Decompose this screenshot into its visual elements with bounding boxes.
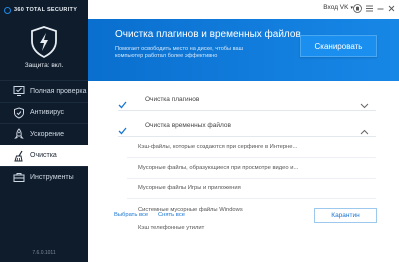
list-item[interactable]: Кэш телефонные утилит bbox=[127, 221, 376, 235]
page-description: Помогает освободить место на диске, чтоб… bbox=[115, 46, 244, 59]
list-item[interactable]: Мусорные файлы Игры и приложения bbox=[127, 178, 376, 199]
toolbox-icon bbox=[13, 171, 25, 183]
plugin-cleanup-section[interactable]: Очистка плагинов bbox=[118, 89, 376, 111]
sidebar-item-label: Ускорение bbox=[30, 130, 64, 138]
list-item[interactable]: Кэш-файлы, которые создаются при серфинг… bbox=[127, 137, 376, 158]
sidebar-item-label: Инструменты bbox=[30, 173, 74, 181]
sidebar-item-cleanup[interactable]: Очистка bbox=[0, 144, 88, 166]
quarantine-button[interactable]: Карантин bbox=[314, 208, 377, 223]
minimize-icon[interactable] bbox=[376, 4, 385, 13]
rocket-icon bbox=[13, 128, 25, 140]
sidebar-nav: Полная проверка Антивирус Ускорение Очис… bbox=[0, 80, 88, 188]
brand-name: 360 TOTAL SECURITY bbox=[14, 7, 78, 13]
sidebar-item-full-scan[interactable]: Полная проверка bbox=[0, 80, 88, 102]
sidebar-item-label: Очистка bbox=[30, 152, 57, 160]
sidebar: 360 TOTAL SECURITY Защита: вкл. Полная п… bbox=[0, 0, 88, 262]
protection-status: Защита: вкл. bbox=[24, 62, 64, 69]
sidebar-item-label: Полная проверка bbox=[30, 87, 87, 95]
chevron-down-icon[interactable] bbox=[360, 96, 369, 114]
select-all-link[interactable]: Выбрать все bbox=[114, 212, 148, 218]
page-title: Очистка плагинов и временных файлов bbox=[115, 29, 301, 40]
section-label: Очистка плагинов bbox=[145, 96, 200, 103]
section-label: Очистка временных файлов bbox=[145, 122, 231, 129]
broom-icon bbox=[13, 150, 25, 162]
sidebar-item-label: Антивирус bbox=[30, 109, 65, 117]
logo-icon bbox=[4, 6, 11, 14]
monitor-check-icon bbox=[13, 85, 25, 97]
protection-shield-icon[interactable] bbox=[30, 26, 58, 59]
sidebar-item-tools[interactable]: Инструменты bbox=[0, 166, 88, 188]
sidebar-item-antivirus[interactable]: Антивирус bbox=[0, 101, 88, 124]
login-label: Вход VK bbox=[323, 4, 349, 11]
temp-files-section[interactable]: Очистка временных файлов bbox=[118, 115, 376, 137]
title-bar: Вход VK ▾ bbox=[88, 0, 399, 19]
menu-icon[interactable] bbox=[365, 4, 374, 13]
login-link[interactable]: Вход VK ▾ bbox=[323, 4, 353, 11]
checkmark-icon[interactable] bbox=[118, 122, 127, 140]
shirt-icon[interactable] bbox=[353, 4, 362, 13]
shield-icon bbox=[13, 107, 25, 119]
header-banner: Очистка плагинов и временных файлов Помо… bbox=[88, 19, 399, 81]
close-icon[interactable] bbox=[387, 4, 396, 13]
checkmark-icon[interactable] bbox=[118, 96, 127, 114]
scan-button[interactable]: Сканировать bbox=[300, 35, 377, 57]
list-item[interactable]: Мусорные файлы, образующиеся при просмот… bbox=[127, 158, 376, 179]
deselect-all-link[interactable]: Снять все bbox=[158, 212, 185, 218]
sidebar-item-speedup[interactable]: Ускорение bbox=[0, 123, 88, 145]
brand: 360 TOTAL SECURITY bbox=[4, 4, 77, 16]
version: 7.6.0.1011 bbox=[32, 250, 56, 256]
